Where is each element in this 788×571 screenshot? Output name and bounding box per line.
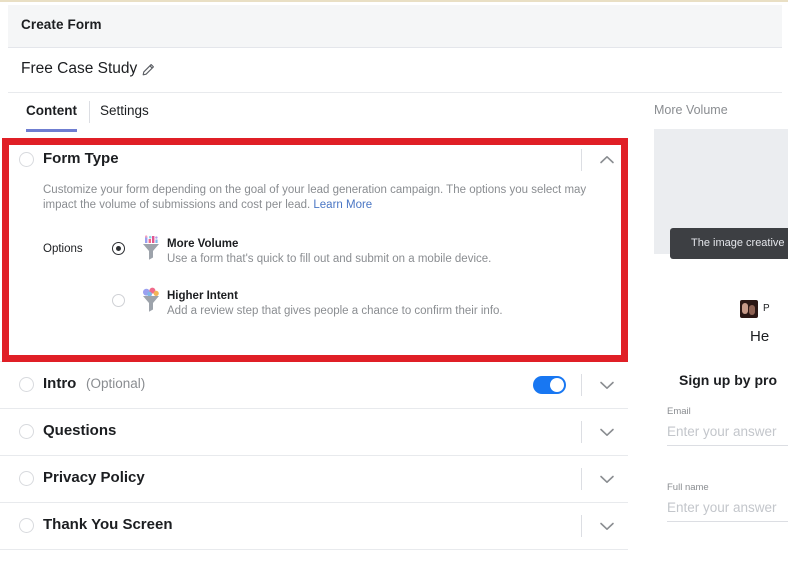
section-questions-radio[interactable] <box>19 424 34 439</box>
option-higher-intent[interactable]: Higher Intent Add a review step that giv… <box>112 290 592 334</box>
section-form-type-body: Customize your form depending on the goa… <box>0 183 628 207</box>
section-intro-radio[interactable] <box>19 377 34 392</box>
options-label: Options <box>43 243 83 255</box>
section-intro-title: Intro <box>43 375 76 392</box>
section-questions-header[interactable]: Questions <box>0 409 628 455</box>
header-divider <box>581 374 582 396</box>
section-privacy-policy-radio[interactable] <box>19 471 34 486</box>
section-intro-optional: (Optional) <box>86 376 145 391</box>
intro-toggle-knob <box>550 378 564 392</box>
header-divider <box>581 515 582 537</box>
funnel-volume-icon <box>138 235 164 261</box>
preview-page-name: P <box>763 303 770 314</box>
section-thank-you-screen: Thank You Screen <box>0 503 628 550</box>
intro-toggle[interactable] <box>533 376 566 394</box>
header-divider <box>581 149 582 171</box>
dialog-header: Create Form <box>8 5 782 48</box>
chevron-down-icon[interactable] <box>596 377 618 393</box>
option-higher-intent-title: Higher Intent <box>167 290 238 302</box>
option-more-volume[interactable]: More Volume Use a form that's quick to f… <box>112 238 592 282</box>
section-privacy-policy: Privacy Policy <box>0 456 628 503</box>
header-divider <box>581 421 582 443</box>
option-more-volume-title: More Volume <box>167 238 238 250</box>
form-type-description: Customize your form depending on the goa… <box>43 183 593 213</box>
section-privacy-policy-title: Privacy Policy <box>43 469 145 486</box>
preview-tooltip-text: The image creative <box>691 237 785 249</box>
create-form-dialog: Create Form Free Case Study Content Sett… <box>0 0 788 571</box>
section-questions-title: Questions <box>43 422 116 439</box>
tab-settings[interactable]: Settings <box>100 103 149 129</box>
header-divider <box>581 468 582 490</box>
tab-content[interactable]: Content <box>26 103 77 132</box>
page-title: Create Form <box>21 17 102 32</box>
preview-card: P He Sign up by pro Email Enter your ans… <box>654 254 788 571</box>
form-preview-panel: More Volume The image creative P He Sign… <box>654 93 788 571</box>
tab-divider <box>89 101 90 123</box>
section-form-type-header[interactable]: Form Type <box>0 137 628 183</box>
tabs: Content Settings <box>8 93 628 137</box>
option-more-volume-subtitle: Use a form that's quick to fill out and … <box>167 253 491 265</box>
section-thank-you-screen-title: Thank You Screen <box>43 516 173 533</box>
form-name-value: Free Case Study <box>21 60 137 78</box>
form-sections-column: Form Type Customize your form depending … <box>0 137 628 571</box>
chevron-down-icon[interactable] <box>596 424 618 440</box>
section-form-type-radio[interactable] <box>19 152 34 167</box>
preview-title: More Volume <box>654 103 788 117</box>
section-thank-you-screen-radio[interactable] <box>19 518 34 533</box>
chevron-up-icon[interactable] <box>596 152 618 168</box>
preview-gutter <box>628 93 654 571</box>
avatar-shape-1 <box>742 303 748 314</box>
option-higher-intent-subtitle: Add a review step that gives people a ch… <box>167 305 503 317</box>
section-form-type: Form Type Customize your form depending … <box>0 137 628 362</box>
preview-signup-heading: Sign up by pro <box>679 372 777 388</box>
section-intro-header[interactable]: Intro (Optional) <box>0 362 628 408</box>
section-thank-you-screen-header[interactable]: Thank You Screen <box>0 503 628 549</box>
chevron-down-icon[interactable] <box>596 518 618 534</box>
preview-field-fullname-input[interactable]: Enter your answer <box>667 500 788 522</box>
section-questions: Questions <box>0 409 628 456</box>
preview-headline: He <box>750 328 769 345</box>
option-more-volume-radio[interactable] <box>112 242 125 255</box>
avatar <box>740 300 758 318</box>
preview-field-fullname-label: Full name <box>667 482 788 493</box>
section-privacy-policy-header[interactable]: Privacy Policy <box>0 456 628 502</box>
avatar-shape-2 <box>749 305 755 315</box>
learn-more-link[interactable]: Learn More <box>313 199 372 211</box>
preview-field-fullname: Full name Enter your answer <box>667 482 788 522</box>
form-name-row: Free Case Study <box>8 49 782 93</box>
top-rule <box>0 0 788 2</box>
section-form-type-title: Form Type <box>43 150 119 167</box>
section-intro: Intro (Optional) <box>0 362 628 409</box>
option-higher-intent-radio[interactable] <box>112 294 125 307</box>
preview-field-email-input[interactable]: Enter your answer <box>667 424 788 446</box>
preview-field-email: Email Enter your answer <box>667 406 788 446</box>
chevron-down-icon[interactable] <box>596 471 618 487</box>
preview-field-email-label: Email <box>667 406 788 417</box>
pencil-icon[interactable] <box>141 63 155 77</box>
preview-tooltip: The image creative <box>670 228 788 259</box>
funnel-intent-icon <box>138 287 164 313</box>
